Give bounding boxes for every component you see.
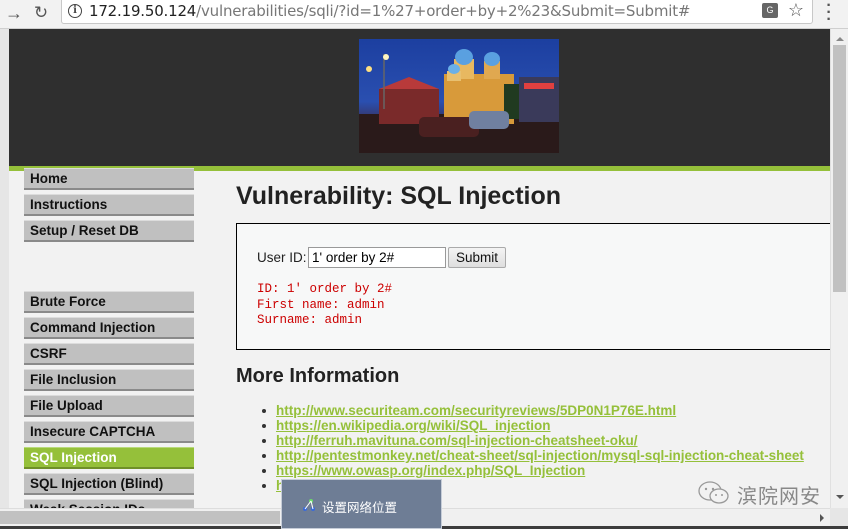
kebab-menu-icon[interactable]: · · · (826, 0, 832, 28)
watermark-text: 滨院网安 (737, 484, 821, 508)
sidebar-item-sql-injection[interactable]: SQL Injection (24, 447, 194, 469)
address-bar[interactable]: i 172.19.50.124/vulnerabilities/sqli/?id… (61, 0, 813, 24)
list-item: https://en.wikipedia.org/wiki/SQL_inject… (262, 418, 804, 433)
url-host: 172.19.50.124 (89, 2, 197, 20)
vertical-scroll-thumb[interactable] (833, 45, 846, 292)
vulnerability-box: User ID: 1' order by 2# Submit ID: 1' or… (236, 223, 830, 350)
more-info-heading: More Information (236, 365, 400, 387)
reload-icon[interactable]: ↻ (30, 2, 52, 24)
wechat-icon (698, 481, 729, 504)
user-id-input[interactable]: 1' order by 2# (308, 247, 446, 268)
network-icon (303, 499, 315, 511)
scrollbar-corner (830, 508, 848, 526)
page-title: Vulnerability: SQL Injection (236, 182, 562, 210)
page-header (9, 29, 830, 166)
user-id-label: User ID: (257, 250, 307, 265)
sidebar-item-insecure-captcha[interactable]: Insecure CAPTCHA (24, 421, 194, 443)
left-gutter (0, 29, 9, 508)
scroll-right-arrow-icon[interactable] (820, 514, 824, 522)
link-pentestmonkey[interactable]: http://pentestmonkey.net/cheat-sheet/sql… (276, 448, 804, 463)
sidebar-menu-group-1: Home Instructions Setup / Reset DB (24, 168, 194, 246)
horizontal-scroll-thumb[interactable] (0, 511, 280, 524)
sidebar-item-file-inclusion[interactable]: File Inclusion (24, 369, 194, 391)
url-text[interactable]: 172.19.50.124/vulnerabilities/sqli/?id=1… (89, 2, 690, 20)
list-item: https://www.owasp.org/index.php/SQL_Inje… (262, 463, 804, 478)
forward-arrow-icon[interactable]: → (3, 2, 25, 24)
url-path: /vulnerabilities/sqli/?id=1%27+order+by+… (196, 2, 691, 20)
list-item: http://www.securiteam.com/securityreview… (262, 403, 804, 418)
link-owasp[interactable]: https://www.owasp.org/index.php/SQL_Inje… (276, 463, 585, 478)
popup-label: 设置网络位置 (322, 500, 398, 515)
link-wikipedia[interactable]: https://en.wikipedia.org/wiki/SQL_inject… (276, 418, 551, 433)
list-item: http://pentestmonkey.net/cheat-sheet/sql… (262, 448, 804, 463)
banner-image (359, 39, 559, 153)
sidebar-item-brute-force[interactable]: Brute Force (24, 291, 194, 313)
vertical-scrollbar[interactable] (830, 29, 848, 508)
submit-button[interactable]: Submit (448, 247, 506, 268)
sidebar-item-home[interactable]: Home (24, 168, 194, 190)
result-surname: Surname: admin (257, 313, 363, 327)
page-viewport: Home Instructions Setup / Reset DB Brute… (0, 29, 830, 508)
query-result: ID: 1' order by 2# First name: admin Surna… (257, 282, 392, 329)
scroll-down-arrow-icon[interactable] (836, 495, 844, 499)
sidebar-item-weak-session-ids[interactable]: Weak Session IDs (24, 499, 194, 508)
link-securiteam[interactable]: http://www.securiteam.com/securityreview… (276, 403, 676, 418)
sidebar-item-sql-injection-blind[interactable]: SQL Injection (Blind) (24, 473, 194, 495)
info-icon[interactable]: i (68, 4, 82, 18)
link-ferruh[interactable]: http://ferruh.mavituna.com/sql-injection… (276, 433, 638, 448)
night-city-photo (359, 39, 559, 153)
star-icon[interactable]: ☆ (788, 0, 804, 21)
result-id: ID: 1' order by 2# (257, 282, 393, 296)
network-location-popup[interactable]: 设置网络位置 (281, 479, 442, 529)
list-item: http://ferruh.mavituna.com/sql-injection… (262, 433, 804, 448)
sidebar-item-file-upload[interactable]: File Upload (24, 395, 194, 417)
translate-icon[interactable]: G (762, 3, 778, 18)
sidebar-item-csrf[interactable]: CSRF (24, 343, 194, 365)
sidebar-menu-group-2: Brute Force Command Injection CSRF File … (24, 291, 194, 508)
sidebar-item-instructions[interactable]: Instructions (24, 194, 194, 216)
scroll-up-arrow-icon[interactable] (836, 37, 844, 41)
result-first-name: First name: admin (257, 297, 385, 312)
sidebar-item-command-injection[interactable]: Command Injection (24, 317, 194, 339)
browser-toolbar: → ↻ i 172.19.50.124/vulnerabilities/sqli… (0, 0, 848, 29)
sidebar-item-setup[interactable]: Setup / Reset DB (24, 220, 194, 242)
